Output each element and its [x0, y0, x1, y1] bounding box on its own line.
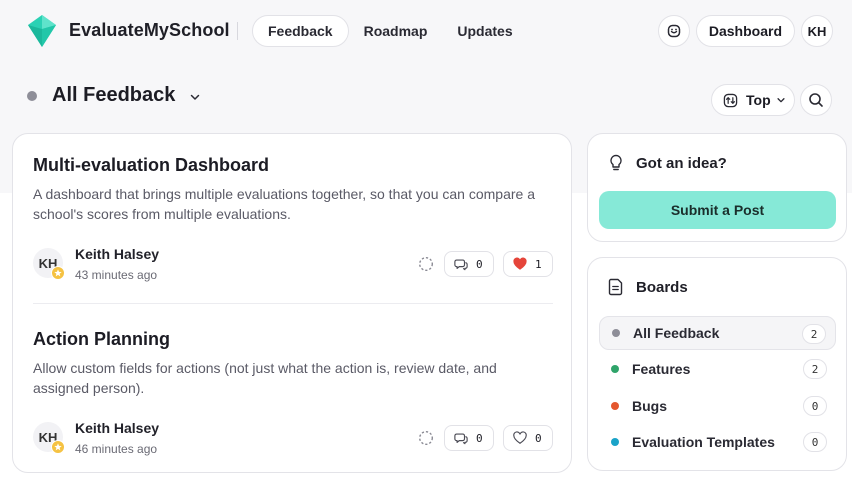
nav-updates[interactable]: Updates	[442, 15, 527, 47]
search-button[interactable]	[800, 84, 832, 116]
board-color-dot	[27, 90, 37, 101]
boards-title: Boards	[636, 278, 688, 296]
search-icon	[809, 93, 823, 107]
comment-count: 0	[476, 431, 483, 445]
post-time: 43 minutes ago	[75, 268, 158, 282]
user-avatar-button[interactable]: KH	[801, 15, 833, 47]
comment-icon	[454, 433, 468, 445]
boards-card: Boards All Feedback 2 Features 2 Bugs 0 …	[587, 257, 847, 471]
post-item[interactable]: Multi-evaluation Dashboard A dashboard t…	[33, 155, 553, 282]
nav-roadmap[interactable]: Roadmap	[349, 15, 443, 47]
board-label: Features	[632, 361, 691, 377]
post-title[interactable]: Multi-evaluation Dashboard	[33, 155, 553, 176]
submit-post-button[interactable]: Submit a Post	[599, 191, 836, 229]
board-item-all-feedback[interactable]: All Feedback 2	[599, 316, 836, 350]
comment-icon	[454, 259, 468, 271]
comment-count: 0	[476, 257, 483, 271]
sort-label: Top	[746, 92, 771, 108]
like-button[interactable]: 0	[503, 425, 553, 451]
post-description: A dashboard that brings multiple evaluat…	[33, 186, 535, 222]
like-count: 1	[535, 257, 542, 271]
post-meta: KH Keith Halsey 43 minutes ago 0 1	[33, 246, 553, 282]
idea-title: Got an idea?	[636, 154, 727, 172]
board-count: 2	[802, 324, 826, 344]
app-header: EvaluateMySchool Feedback Roadmap Update…	[0, 0, 852, 62]
board-title-row[interactable]: All Feedback	[27, 84, 201, 107]
post-divider	[33, 303, 553, 304]
page-title: All Feedback	[52, 84, 176, 106]
star-icon	[51, 440, 65, 454]
comment-button[interactable]: 0	[444, 425, 494, 451]
post-time: 46 minutes ago	[75, 442, 158, 456]
sort-dropdown[interactable]: Top	[711, 84, 795, 116]
header-actions: Dashboard KH	[657, 15, 833, 47]
status-icon[interactable]	[418, 256, 434, 272]
post-meta: KH Keith Halsey 46 minutes ago 0 0	[33, 420, 553, 456]
board-count: 0	[803, 396, 827, 416]
like-count: 0	[535, 431, 542, 445]
like-button[interactable]: 1	[503, 251, 553, 277]
boards-header: Boards	[608, 278, 688, 296]
board-count: 0	[803, 432, 827, 452]
status-icon[interactable]	[418, 430, 434, 446]
posts-list: Multi-evaluation Dashboard A dashboard t…	[12, 133, 572, 473]
board-color-dot	[611, 438, 619, 446]
support-button[interactable]	[657, 15, 690, 47]
board-item-features[interactable]: Features 2	[599, 352, 836, 386]
board-color-dot	[611, 402, 619, 410]
dashboard-button[interactable]: Dashboard	[695, 15, 795, 47]
board-item-evaluation-templates[interactable]: Evaluation Templates 0	[599, 425, 836, 459]
header-divider	[237, 22, 238, 40]
nav-feedback[interactable]: Feedback	[252, 15, 349, 47]
heart-icon	[513, 257, 527, 270]
sort-icon	[723, 93, 738, 107]
board-count: 2	[803, 359, 827, 379]
board-label: Bugs	[632, 398, 667, 414]
lightbulb-icon	[610, 154, 622, 171]
board-color-dot	[612, 329, 620, 337]
board-item-bugs[interactable]: Bugs 0	[599, 389, 836, 423]
post-item[interactable]: Action Planning Allow custom fields for …	[33, 329, 553, 456]
document-icon	[608, 278, 623, 296]
board-color-dot	[611, 365, 619, 373]
star-icon	[51, 266, 65, 280]
author-name[interactable]: Keith Halsey	[75, 420, 159, 436]
post-title[interactable]: Action Planning	[33, 329, 553, 350]
board-label: All Feedback	[633, 325, 720, 341]
chevron-down-icon	[191, 94, 200, 100]
brand-name[interactable]: EvaluateMySchool	[69, 20, 230, 41]
idea-card: Got an idea? Submit a Post	[587, 133, 847, 242]
board-label: Evaluation Templates	[632, 434, 775, 450]
author-name[interactable]: Keith Halsey	[75, 246, 159, 262]
comment-button[interactable]: 0	[444, 251, 494, 277]
heart-icon	[513, 431, 527, 444]
main-nav: Feedback Roadmap Updates	[252, 15, 528, 47]
logo-gem-icon[interactable]	[28, 15, 56, 47]
post-description: Allow custom fields for actions (not jus…	[33, 360, 497, 396]
chevron-down-icon	[777, 98, 785, 103]
idea-card-header: Got an idea?	[608, 154, 727, 172]
support-icon	[667, 24, 681, 38]
